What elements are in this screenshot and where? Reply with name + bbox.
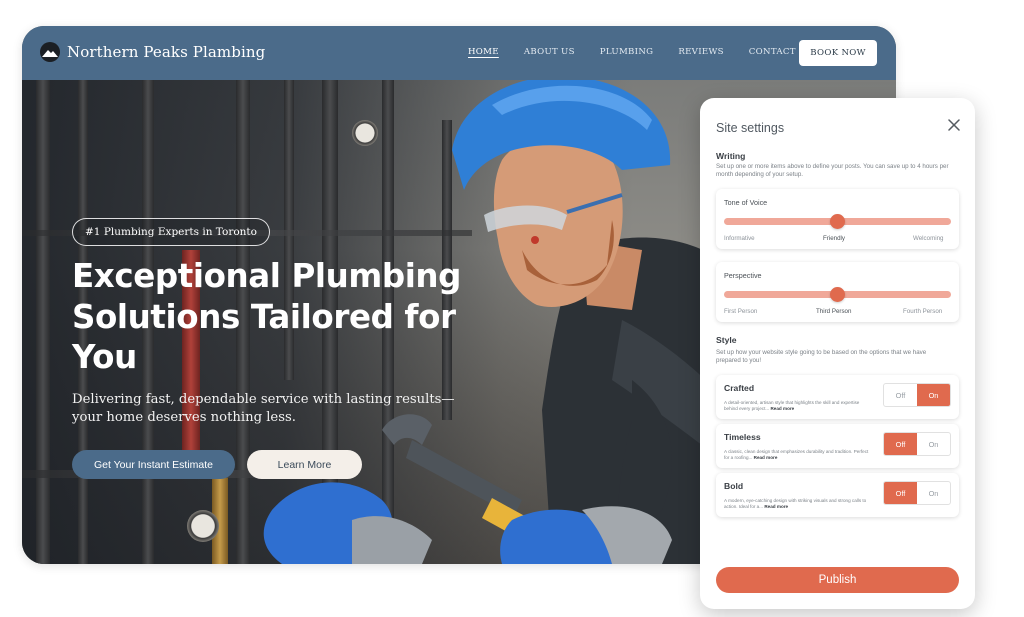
site-settings-panel: Site settings Writing Set up one or more… [700,98,975,609]
hero-badge: #1 Plumbing Experts in Toronto [72,218,270,246]
slider-tick-label-selected: Third Person [816,308,852,315]
nav-home[interactable]: HOME [468,47,499,57]
toggle-on[interactable]: On [917,433,950,455]
site-logo[interactable]: Northern Peaks Plambing [40,42,265,62]
nav-about-us[interactable]: ABOUT US [524,47,575,57]
style-description: A modern, eye-catching design with strik… [724,498,867,510]
perspective-card: Perspective First Person Third Person Fo… [716,262,959,322]
read-more-link[interactable]: Read more [764,504,788,509]
style-section-title: Style [716,335,737,345]
site-navbar: Northern Peaks Plambing HOME ABOUT US PL… [22,26,896,80]
style-name: Bold [724,481,744,491]
perspective-slider[interactable] [724,287,951,302]
toggle-on[interactable]: On [917,482,950,504]
style-description: A detail-oriented, artisan style that hi… [724,400,860,412]
style-option-bold: Bold A modern, eye-catching design with … [716,473,959,517]
nav-links: HOME ABOUT US PLUMBING REVIEWS CONTACT U… [468,47,838,57]
toggle-off[interactable]: Off [884,433,917,455]
publish-button[interactable]: Publish [716,567,959,593]
style-description: A classic, clean design that emphasizes … [724,449,869,461]
slider-handle[interactable] [830,287,845,302]
toggle-off[interactable]: Off [884,482,917,504]
tone-of-voice-slider[interactable] [724,214,951,229]
toggle-off[interactable]: Off [884,384,917,406]
nav-plumbing[interactable]: PLUMBING [600,47,654,57]
slider-handle[interactable] [830,214,845,229]
slider-tick-label: Welcoming [913,235,944,242]
crafted-toggle[interactable]: Off On [883,383,951,407]
style-name: Crafted [724,383,755,393]
get-estimate-button[interactable]: Get Your Instant Estimate [72,450,235,479]
style-section-description: Set up how your website style going to b… [716,349,927,365]
slider-tick-label: Informative [724,235,755,242]
panel-title: Site settings [716,121,785,135]
brand-name: Northern Peaks Plambing [67,43,266,61]
learn-more-button[interactable]: Learn More [247,450,362,479]
mountain-logo-icon [40,42,60,62]
close-icon[interactable] [947,118,961,132]
writing-section-title: Writing [716,151,746,161]
book-now-button[interactable]: BOOK NOW [799,40,877,66]
toggle-on[interactable]: On [917,384,950,406]
read-more-link[interactable]: Read more [754,455,778,460]
slider-tick-label-selected: Friendly [823,235,846,242]
slider-tick-label: First Person [724,308,758,315]
slider-label: Tone of Voice [724,198,768,207]
slider-label: Perspective [724,271,762,280]
slider-tick-label: Fourth Person [903,308,943,315]
writing-section-description: Set up one or more items above to define… [716,163,949,179]
hero-subtitle: Delivering fast, dependable service with… [72,392,455,425]
tone-of-voice-card: Tone of Voice Informative Friendly Welco… [716,189,959,249]
hero-title: Exceptional Plumbing Solutions Tailored … [72,257,462,376]
bold-toggle[interactable]: Off On [883,481,951,505]
style-option-timeless: Timeless A classic, clean design that em… [716,424,959,468]
read-more-link[interactable]: Read more [770,406,794,411]
timeless-toggle[interactable]: Off On [883,432,951,456]
style-option-crafted: Crafted A detail-oriented, artisan style… [716,375,959,419]
style-name: Timeless [724,432,761,442]
nav-reviews[interactable]: REVIEWS [678,47,723,57]
